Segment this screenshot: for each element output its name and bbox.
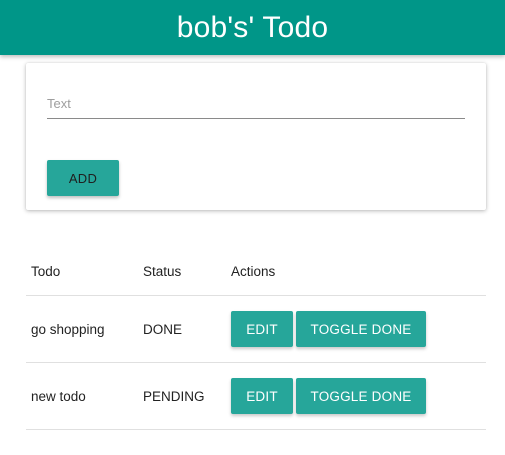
todo-actions-cell: EDIT TOGGLE DONE <box>226 362 486 430</box>
edit-button[interactable]: EDIT <box>231 378 293 414</box>
todo-text-input[interactable] <box>47 88 465 119</box>
todo-status-cell: DONE <box>138 295 226 363</box>
table-row: go shopping DONE EDIT TOGGLE DONE <box>26 295 486 363</box>
todo-text-cell: go shopping <box>26 295 138 363</box>
app-header: bob's' Todo <box>0 0 505 55</box>
todo-actions-cell: EDIT TOGGLE DONE <box>226 295 486 363</box>
todo-status-cell: PENDING <box>138 362 226 430</box>
column-header-actions: Actions <box>226 248 486 296</box>
add-todo-card: ADD <box>26 63 486 210</box>
table-header-row: Todo Status Actions <box>26 248 486 296</box>
column-header-status: Status <box>138 248 226 296</box>
edit-button[interactable]: EDIT <box>231 311 293 347</box>
add-button[interactable]: ADD <box>47 160 119 196</box>
toggle-done-button[interactable]: TOGGLE DONE <box>296 378 426 414</box>
todo-text-cell: new todo <box>26 362 138 430</box>
table-row: new todo PENDING EDIT TOGGLE DONE <box>26 362 486 430</box>
todo-table: Todo Status Actions go shopping DONE EDI… <box>26 248 486 430</box>
app-title: bob's' Todo <box>176 10 329 44</box>
toggle-done-button[interactable]: TOGGLE DONE <box>296 311 426 347</box>
column-header-todo: Todo <box>26 248 138 296</box>
